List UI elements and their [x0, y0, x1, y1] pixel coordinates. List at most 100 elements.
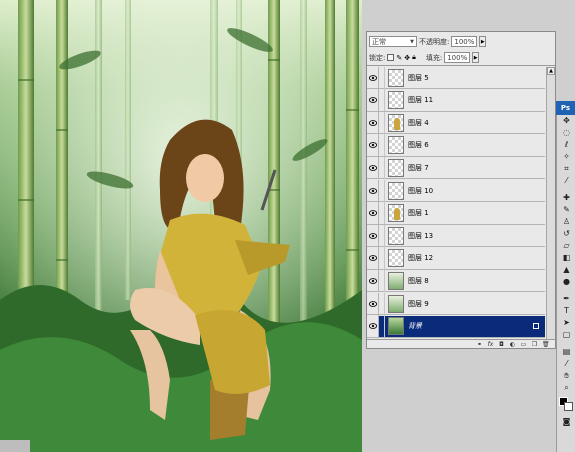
type-tool-icon[interactable]: T	[557, 305, 575, 317]
eyedropper-tool-icon[interactable]: ⁄	[557, 175, 575, 187]
color-swatches[interactable]	[557, 394, 575, 416]
fill-value: 100%	[447, 53, 468, 62]
background-color[interactable]	[564, 402, 573, 411]
mask-icon[interactable]: ◘	[498, 341, 505, 348]
eye-icon[interactable]	[367, 224, 379, 247]
new-layer-icon[interactable]: ❐	[531, 341, 538, 348]
layer-row[interactable]: 图层 8	[367, 269, 545, 293]
path-selection-tool-icon[interactable]: ➤	[557, 317, 575, 329]
tools-panel: ✥ ◌ ℓ ✧ ⌗ ⁄ ✚ ✎ ♙ ↺ ▱ ◧ ▲ ● ✒ T ➤ ▢ ▤ ⁄ …	[556, 115, 575, 452]
brush-tool-icon[interactable]: ✎	[557, 204, 575, 216]
layer-link-slot[interactable]	[379, 111, 385, 134]
notes-tool-icon[interactable]: ▤	[557, 346, 575, 358]
group-icon[interactable]: ▭	[520, 341, 527, 348]
layer-row[interactable]: 图层 13	[367, 224, 545, 248]
scroll-up-icon[interactable]: ▲	[547, 67, 555, 75]
blur-tool-icon[interactable]: ▲	[557, 264, 575, 276]
layer-link-slot[interactable]	[379, 89, 385, 112]
layer-link-slot[interactable]	[379, 269, 385, 292]
layer-row[interactable]: 图层 9	[367, 292, 545, 315]
eye-icon[interactable]	[367, 134, 379, 157]
healing-brush-tool-icon[interactable]: ✚	[557, 192, 575, 204]
layer-name: 图层 6	[408, 141, 429, 150]
layer-link-slot[interactable]	[379, 292, 385, 315]
lock-all-icon[interactable]: 🔒︎	[412, 53, 416, 62]
eye-icon[interactable]	[367, 292, 379, 315]
layer-name: 图层 8	[408, 276, 429, 285]
layer-link-slot[interactable]	[379, 66, 385, 89]
layer-link-slot[interactable]	[379, 156, 385, 179]
eye-icon[interactable]	[367, 111, 379, 134]
layer-row[interactable]: 背景	[367, 315, 545, 338]
layer-name: 图层 11	[408, 96, 434, 105]
eye-icon[interactable]	[367, 89, 379, 112]
layer-row[interactable]: 图层 10	[367, 179, 545, 202]
dodge-tool-icon[interactable]: ●	[557, 276, 575, 288]
layer-name: 图层 1	[408, 209, 429, 218]
eyedropper2-tool-icon[interactable]: ⁄	[557, 358, 575, 370]
move-tool-icon[interactable]: ✥	[557, 115, 575, 127]
magic-wand-tool-icon[interactable]: ✧	[557, 151, 575, 163]
eye-icon[interactable]	[367, 156, 379, 179]
eraser-tool-icon[interactable]: ▱	[557, 240, 575, 252]
eye-icon[interactable]	[367, 66, 379, 89]
gradient-tool-icon[interactable]: ◧	[557, 252, 575, 264]
layers-footer: ⚭ fx ◘ ◐ ▭ ❐ 🗑︎	[367, 339, 555, 349]
document-canvas[interactable]	[0, 0, 362, 452]
link-icon[interactable]: ⚭	[476, 341, 483, 348]
layer-link-slot[interactable]	[379, 179, 385, 202]
layer-thumbnail	[388, 317, 404, 336]
layer-link-slot[interactable]	[379, 224, 385, 247]
zoom-tool-icon[interactable]: ⌕	[557, 382, 575, 394]
quick-mask-icon[interactable]: ◙	[557, 416, 575, 428]
marquee-tool-icon[interactable]: ◌	[557, 127, 575, 139]
fx-icon[interactable]: fx	[487, 341, 494, 348]
layer-row[interactable]: 图层 1	[367, 202, 545, 225]
opacity-label: 不透明度:	[419, 37, 450, 46]
clone-stamp-tool-icon[interactable]: ♙	[557, 216, 575, 228]
eye-icon[interactable]	[367, 247, 379, 270]
layer-thumbnail	[388, 113, 404, 132]
eye-icon[interactable]	[367, 202, 379, 225]
layer-row[interactable]: 图层 7	[367, 156, 545, 180]
layer-row[interactable]: 图层 6	[367, 134, 545, 157]
layer-scrollbar[interactable]: ▲	[546, 67, 555, 339]
layer-link-slot[interactable]	[379, 247, 385, 270]
layer-name: 图层 4	[408, 118, 429, 127]
adjustment-icon[interactable]: ◐	[509, 341, 516, 348]
chevron-down-icon: ▼	[410, 38, 414, 45]
eye-icon[interactable]	[367, 315, 379, 338]
fill-input[interactable]: 100%	[444, 52, 471, 63]
layer-thumbnail	[388, 136, 404, 155]
crop-tool-icon[interactable]: ⌗	[557, 163, 575, 175]
lock-transparent-icon[interactable]	[387, 54, 395, 61]
layer-name: 图层 5	[408, 73, 429, 82]
shape-tool-icon[interactable]: ▢	[557, 329, 575, 341]
lasso-tool-icon[interactable]: ℓ	[557, 139, 575, 151]
layer-link-slot[interactable]	[379, 202, 385, 225]
fill-arrow-icon[interactable]: ▶	[472, 52, 480, 63]
history-brush-tool-icon[interactable]: ↺	[557, 228, 575, 240]
eye-icon[interactable]	[367, 179, 379, 202]
hand-tool-icon[interactable]: ✋︎	[557, 370, 575, 382]
layer-row[interactable]: 图层 4	[367, 111, 545, 135]
layer-name: 图层 10	[408, 186, 434, 195]
layer-name: 背景	[408, 322, 422, 331]
pen-tool-icon[interactable]: ✒	[557, 293, 575, 305]
layer-link-slot[interactable]	[379, 134, 385, 157]
layer-row[interactable]: 图层 11	[367, 89, 545, 112]
layer-thumbnail	[388, 249, 404, 268]
eye-icon[interactable]	[367, 269, 379, 292]
layer-row[interactable]: 图层 5	[367, 66, 545, 89]
opacity-input[interactable]: 100%	[451, 36, 478, 47]
layer-link-slot[interactable]	[379, 315, 385, 338]
opacity-arrow-icon[interactable]: ▶	[479, 36, 487, 47]
lock-position-icon[interactable]: ✥	[404, 54, 410, 62]
layer-name: 图层 7	[408, 163, 429, 172]
trash-icon[interactable]: 🗑︎	[542, 341, 550, 348]
ps-badge: Ps	[556, 101, 575, 115]
blend-mode-select[interactable]: 正常 ▼	[369, 36, 417, 47]
layer-row[interactable]: 图层 12	[367, 247, 545, 270]
lock-pixels-icon[interactable]: ✎	[396, 54, 402, 62]
layer-name: 图层 9	[408, 299, 429, 308]
